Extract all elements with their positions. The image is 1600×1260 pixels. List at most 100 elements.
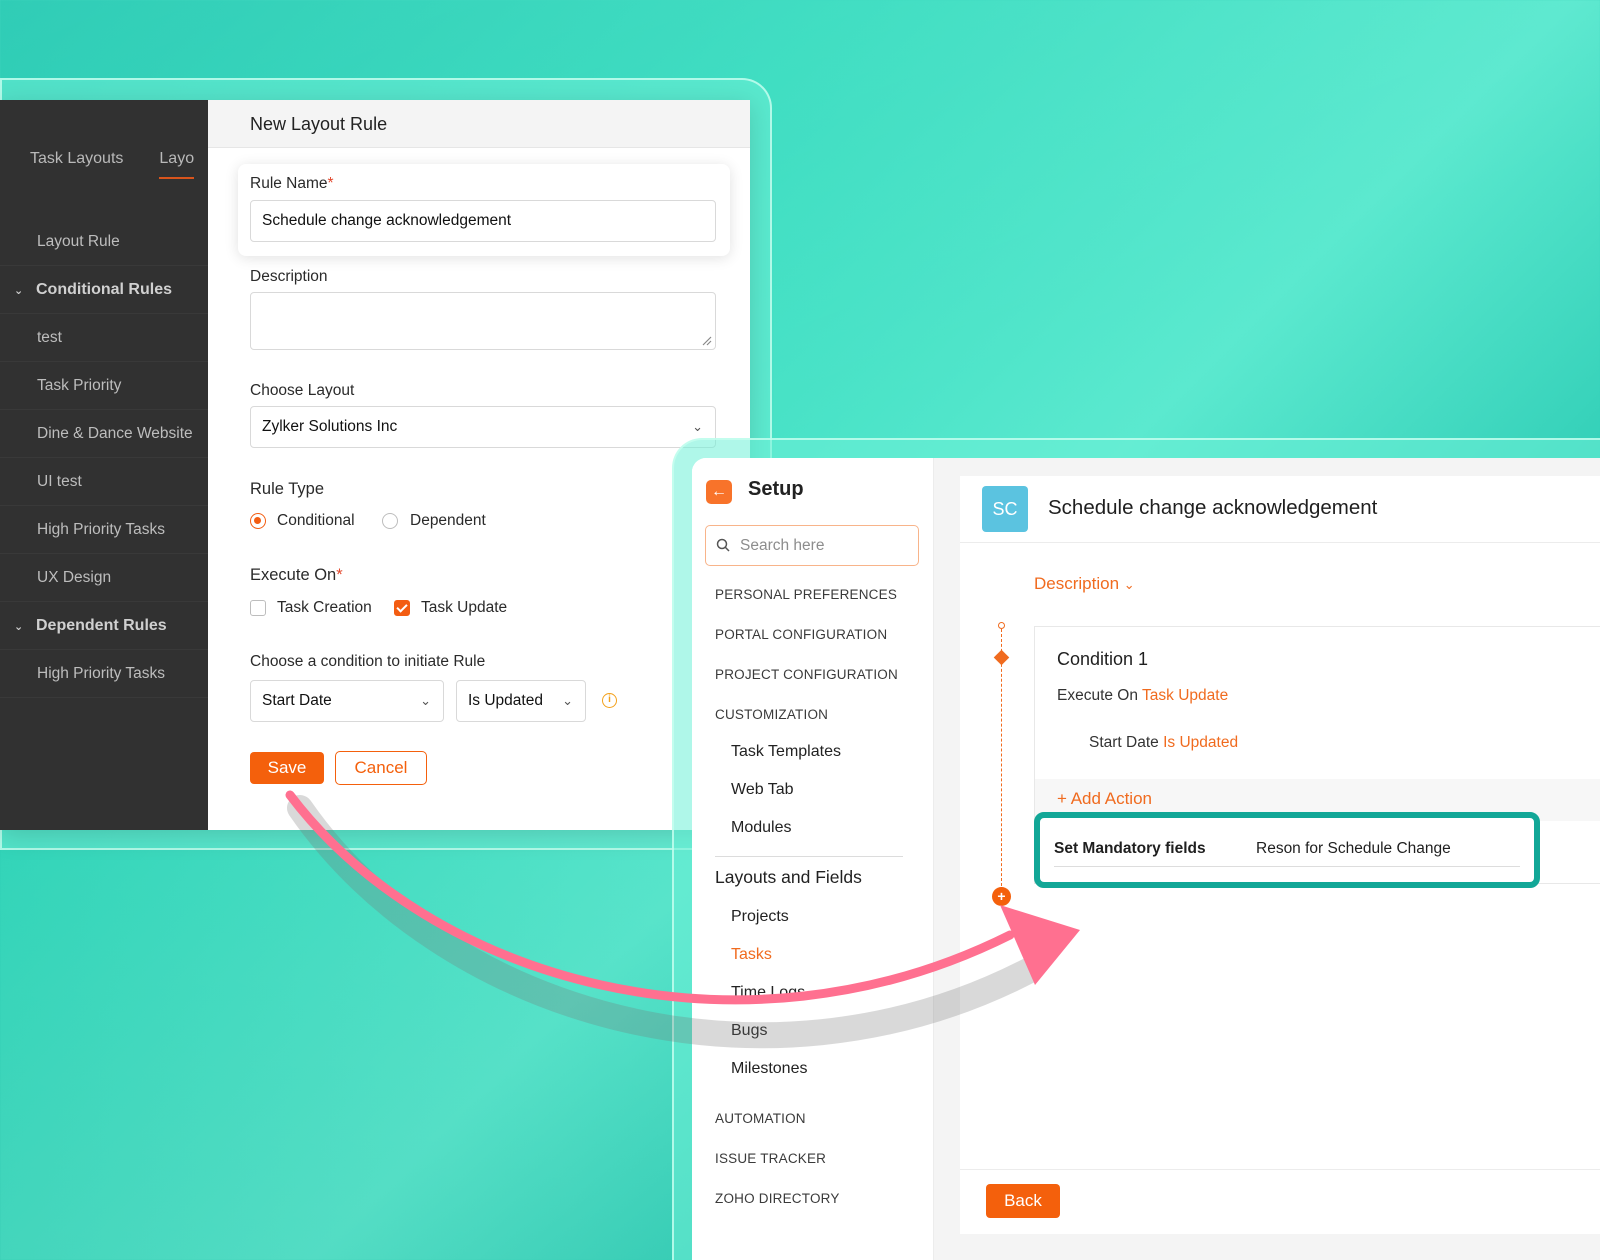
- action-divider: [1054, 866, 1520, 867]
- radio-dependent-label: Dependent: [410, 512, 486, 529]
- sidebar-item-dine-dance[interactable]: Dine & Dance Website: [0, 410, 208, 458]
- description-label: Description: [250, 268, 328, 285]
- rule-list: Layout Rule ⌄ Conditional Rules test Task…: [0, 218, 208, 698]
- sidebar-group-dependent-rules[interactable]: ⌄ Dependent Rules: [0, 602, 208, 650]
- footer-divider: [960, 1169, 1600, 1170]
- nav-projects[interactable]: Projects: [731, 908, 789, 926]
- setup-search[interactable]: [705, 525, 919, 566]
- sidebar-item-high-priority-dependent[interactable]: High Priority Tasks: [0, 650, 208, 698]
- nav-issue-tracker[interactable]: ISSUE TRACKER: [715, 1151, 826, 1166]
- required-asterisk: *: [327, 175, 334, 192]
- group-label: Dependent Rules: [36, 617, 167, 634]
- nav-personal-preferences[interactable]: PERSONAL PREFERENCES: [715, 587, 897, 602]
- sidebar-item-ui-test[interactable]: UI test: [0, 458, 208, 506]
- search-icon: [716, 538, 730, 552]
- chevron-down-icon: ⌄: [420, 693, 431, 708]
- sidebar-item-test[interactable]: test: [0, 314, 208, 362]
- condition-field-select[interactable]: Start Date ⌄: [250, 680, 444, 722]
- nav-milestones[interactable]: Milestones: [731, 1060, 807, 1078]
- add-action-link[interactable]: + Add Action: [1057, 789, 1152, 809]
- radio-dependent[interactable]: [382, 513, 398, 529]
- resize-grip-icon[interactable]: [700, 334, 712, 346]
- nav-tasks[interactable]: Tasks: [731, 946, 772, 964]
- info-icon[interactable]: i: [602, 693, 617, 708]
- chevron-down-icon: ⌄: [14, 621, 24, 633]
- save-button[interactable]: Save: [250, 752, 324, 784]
- sidebar-item-task-priority[interactable]: Task Priority: [0, 362, 208, 410]
- add-step-plus-icon[interactable]: +: [992, 887, 1011, 906]
- chevron-down-icon: ⌄: [1123, 577, 1135, 592]
- choose-layout-label: Choose Layout: [250, 382, 355, 399]
- dialog-title: New Layout Rule: [208, 100, 750, 148]
- setup-window: ← Setup PERSONAL PREFERENCES PORTAL CONF…: [692, 458, 1600, 1260]
- nav-project-configuration[interactable]: PROJECT CONFIGURATION: [715, 667, 898, 682]
- condition-execute-on: Execute On Task Update: [1057, 687, 1228, 705]
- condition-operator-value: Is Updated: [468, 692, 543, 709]
- layout-tabs: Task Layouts Layo: [30, 150, 208, 179]
- condition-operator-select[interactable]: Is Updated ⌄: [456, 680, 586, 722]
- header-divider: [960, 542, 1600, 543]
- tab-layout-rules[interactable]: Layo: [159, 150, 195, 179]
- nav-task-templates[interactable]: Task Templates: [731, 743, 841, 761]
- checkbox-task-creation-label: Task Creation: [277, 599, 372, 616]
- nav-customization[interactable]: CUSTOMIZATION: [715, 707, 828, 722]
- execute-on-label-text: Execute On: [250, 566, 337, 584]
- rule-detail-panel: SC Schedule change acknowledgement Descr…: [960, 476, 1600, 1234]
- nav-time-logs[interactable]: Time Logs: [731, 984, 805, 1002]
- criteria-field: Start Date: [1089, 734, 1159, 751]
- tab-task-layouts[interactable]: Task Layouts: [30, 150, 123, 167]
- execute-on-prefix: Execute On: [1057, 687, 1138, 704]
- rule-name-card: Rule Name* Schedule change acknowledgeme…: [238, 164, 730, 256]
- checkbox-task-update[interactable]: [394, 600, 410, 616]
- nav-portal-configuration[interactable]: PORTAL CONFIGURATION: [715, 627, 887, 642]
- setup-title: Setup: [748, 478, 804, 500]
- description-textarea[interactable]: [250, 292, 716, 350]
- rule-avatar: SC: [982, 486, 1028, 532]
- description-toggle[interactable]: Description ⌄: [1034, 574, 1135, 594]
- condition-diamond-icon: [993, 649, 1010, 666]
- rule-name-label: Rule Name*: [250, 175, 334, 193]
- sidebar-item-ux-design[interactable]: UX Design: [0, 554, 208, 602]
- group-label: Conditional Rules: [36, 281, 172, 298]
- flow-start-dot-icon: [998, 622, 1005, 629]
- nav-web-tab[interactable]: Web Tab: [731, 781, 794, 799]
- execute-on-label: Execute On*: [250, 566, 343, 585]
- condition-title: Condition 1: [1057, 649, 1149, 669]
- condition-field-value: Start Date: [262, 692, 332, 709]
- required-asterisk: *: [336, 566, 343, 584]
- sidebar-group-conditional-rules[interactable]: ⌄ Conditional Rules: [0, 266, 208, 314]
- chevron-down-icon: ⌄: [562, 693, 573, 708]
- layout-rule-window: Task Layouts Layo Layout Rule ⌄ Conditiona…: [0, 100, 750, 830]
- layout-rules-sidebar: Task Layouts Layo Layout Rule ⌄ Conditiona…: [0, 100, 208, 830]
- checkbox-task-creation[interactable]: [250, 600, 266, 616]
- nav-automation[interactable]: AUTOMATION: [715, 1111, 806, 1126]
- nav-bugs[interactable]: Bugs: [731, 1022, 767, 1040]
- radio-conditional[interactable]: [250, 513, 266, 529]
- mandatory-fields-action: Set Mandatory fields Reson for Schedule …: [1034, 812, 1540, 888]
- nav-modules[interactable]: Modules: [731, 819, 791, 837]
- sidebar-item-layout-rule[interactable]: Layout Rule: [0, 218, 208, 266]
- action-field: Reson for Schedule Change: [1256, 840, 1451, 857]
- chevron-down-icon: ⌄: [14, 285, 24, 297]
- action-type: Set Mandatory fields: [1054, 840, 1206, 857]
- search-input[interactable]: [740, 534, 910, 558]
- choose-layout-select[interactable]: Zylker Solutions Inc ⌄: [250, 406, 716, 448]
- back-button[interactable]: Back: [986, 1184, 1060, 1218]
- rule-title: Schedule change acknowledgement: [1048, 496, 1378, 519]
- checkbox-task-update-label: Task Update: [421, 599, 508, 616]
- rule-type-label: Rule Type: [250, 480, 324, 498]
- condition-criteria: Start Date Is Updated: [1089, 734, 1238, 752]
- sidebar-item-high-priority[interactable]: High Priority Tasks: [0, 506, 208, 554]
- execute-on-value: Task Update: [1142, 687, 1229, 704]
- rule-name-label-text: Rule Name: [250, 175, 328, 192]
- criteria-operator: Is Updated: [1163, 734, 1239, 751]
- rule-name-input[interactable]: Schedule change acknowledgement: [250, 200, 716, 242]
- radio-conditional-label: Conditional: [277, 512, 355, 529]
- cancel-button[interactable]: Cancel: [335, 751, 427, 785]
- nav-layouts-and-fields[interactable]: Layouts and Fields: [715, 867, 862, 888]
- choose-layout-value: Zylker Solutions Inc: [262, 418, 398, 435]
- nav-zoho-directory[interactable]: ZOHO DIRECTORY: [715, 1191, 840, 1206]
- setup-sidebar: ← Setup PERSONAL PREFERENCES PORTAL CONF…: [692, 458, 934, 1260]
- back-arrow-icon[interactable]: ←: [706, 480, 732, 504]
- condition-label: Choose a condition to initiate Rule: [250, 653, 486, 670]
